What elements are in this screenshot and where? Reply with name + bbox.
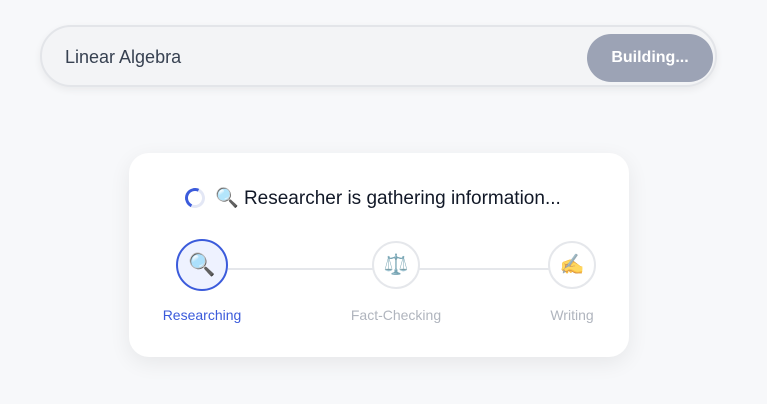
- status-message: 🔍 Researcher is gathering information...: [215, 186, 561, 210]
- step-circle: 🔍: [176, 239, 228, 291]
- step-fact-checking: ⚖️ Fact-Checking: [326, 241, 466, 323]
- build-button[interactable]: Building...: [587, 34, 713, 82]
- magnifier-icon: 🔍: [215, 188, 239, 209]
- scales-icon: ⚖️: [383, 254, 409, 276]
- step-label: Writing: [550, 307, 594, 323]
- step-writing: ✍️ Writing: [502, 241, 642, 323]
- topic-search-bar: Building...: [40, 25, 717, 87]
- progress-stepper: 🔍 Researching ⚖️ Fact-Checking ✍️ Writin…: [129, 239, 629, 341]
- step-label: Fact-Checking: [350, 307, 442, 323]
- topic-input[interactable]: [65, 43, 565, 71]
- status-text: Researcher is gathering information...: [243, 188, 561, 209]
- magnifier-icon: 🔍: [188, 252, 216, 277]
- writing-hand-icon: ✍️: [559, 254, 585, 276]
- loading-spinner-icon: [182, 185, 208, 211]
- progress-card: 🔍 Researcher is gathering information...…: [129, 153, 629, 357]
- step-researching: 🔍 Researching: [132, 239, 272, 323]
- page: Building... 🔍 Researcher is gathering in…: [0, 0, 767, 404]
- step-label: Researching: [162, 307, 242, 323]
- step-circle: ⚖️: [372, 241, 420, 289]
- status-line: 🔍 Researcher is gathering information...: [182, 184, 605, 212]
- step-circle: ✍️: [548, 241, 596, 289]
